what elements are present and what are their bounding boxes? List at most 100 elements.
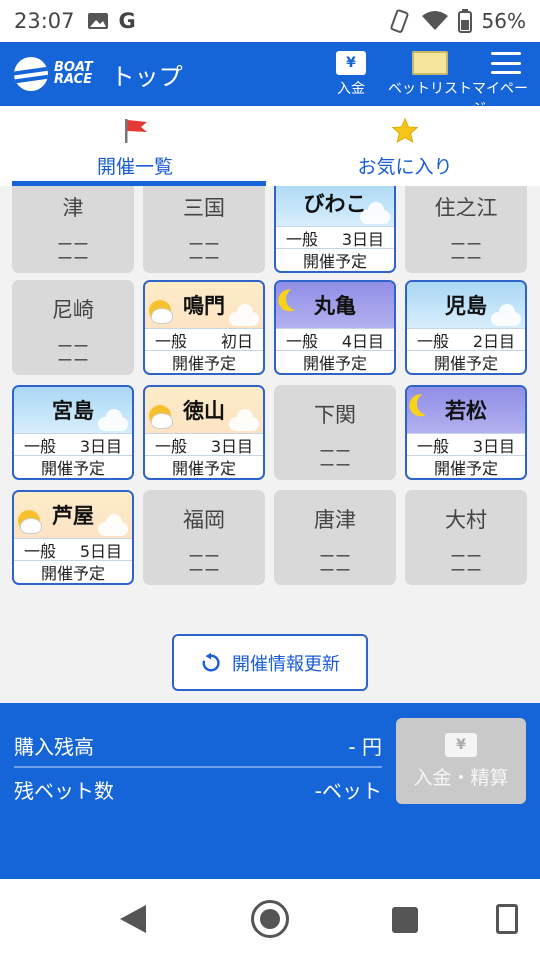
schedule-row: 開催予定 <box>407 455 525 478</box>
cloud-icon <box>229 409 259 431</box>
venue-name: 下関 <box>314 403 356 427</box>
race-schedule: 開催予定 <box>171 353 236 373</box>
refresh-icon <box>202 652 220 671</box>
race-day: 3日目 <box>472 436 515 456</box>
venue-tile[interactable]: びわこ一般 3日目 開催予定 <box>274 186 396 273</box>
venue-tile[interactable]: 丸亀 一般 4日目 開催予定 <box>274 280 396 375</box>
battery-percent: 56% <box>481 9 526 33</box>
ticket-icon <box>412 51 448 75</box>
venue-header: 芦屋 <box>14 492 132 538</box>
race-schedule: 開催予定 <box>302 353 367 373</box>
deposit-settle-button[interactable]: ¥ 入金・精算 <box>396 718 526 804</box>
race-info-row: 一般 初日 <box>145 328 263 351</box>
balance-panel: 購入残高 - 円 残ベット数 -ベット ¥ 入金・精算 <box>0 703 540 879</box>
race-grade: 一般 <box>24 541 57 561</box>
star-icon <box>391 117 419 144</box>
race-day: 3日目 <box>79 436 122 456</box>
venue-name: 福岡 <box>183 508 225 532</box>
venue-header: 徳山 <box>145 387 263 433</box>
venue-name: びわこ <box>303 192 367 216</box>
venue-header: 児島 <box>407 282 525 328</box>
venue-tile[interactable]: 唐津 ーー ーー <box>274 490 396 585</box>
schedule-row: 開催予定 <box>276 350 394 373</box>
purchase-balance-label: 購入残高 <box>14 735 94 759</box>
race-schedule: 開催予定 <box>40 458 105 478</box>
venue-name: 丸亀 <box>314 294 356 318</box>
deposit-button[interactable]: ¥ 入金 <box>336 48 366 98</box>
venue-tile[interactable]: 芦屋 一般 5日目 開催予定 <box>12 490 134 585</box>
venue-name: 住之江 <box>434 196 498 220</box>
deposit-label: 入金 <box>337 81 365 97</box>
venue-name: 鳴門 <box>183 294 225 318</box>
home-icon[interactable] <box>251 900 289 938</box>
venue-tile[interactable]: 尼崎 ーー ーー <box>12 280 134 375</box>
purchase-balance-value: - 円 <box>348 735 382 759</box>
venue-name: 児島 <box>445 294 487 318</box>
race-schedule: 開催予定 <box>433 353 498 373</box>
venue-tile[interactable]: 鳴門一般 初日 開催予定 <box>143 280 265 375</box>
race-info-row: 一般 3日目 <box>276 226 394 249</box>
venue-header: びわこ <box>276 186 394 226</box>
system-nav-bar <box>0 879 540 960</box>
venue-name: 津 <box>62 196 84 220</box>
venue-tile[interactable]: 若松 一般 3日目 開催予定 <box>405 385 527 480</box>
google-icon: G <box>118 9 136 33</box>
venue-tile[interactable]: 津ーー ーー <box>12 186 134 273</box>
betlist-button[interactable]: ベットリスト <box>388 48 472 98</box>
race-grade: 一般 <box>155 436 188 456</box>
deposit-settle-label: 入金・精算 <box>413 766 509 789</box>
venue-header: 宮島 <box>14 387 132 433</box>
venue-name: 唐津 <box>314 508 356 532</box>
refresh-label: 開催情報更新 <box>232 653 340 675</box>
moon-icon <box>282 284 312 314</box>
venue-tile[interactable]: 三国 ーー ーー <box>143 186 265 273</box>
atm-icon: ¥ <box>445 732 477 757</box>
venue-name: 芦屋 <box>52 504 94 528</box>
recents-icon[interactable] <box>392 907 418 933</box>
tab-favorites[interactable]: お気に入り <box>270 106 540 186</box>
menu-icon <box>491 52 521 74</box>
venue-tile[interactable]: 徳山一般 3日目 開催予定 <box>143 385 265 480</box>
schedule-row: 開催予定 <box>145 455 263 478</box>
status-bar: 23:07 G 56% <box>0 0 540 42</box>
schedule-row: 開催予定 <box>14 560 132 583</box>
cloud-icon <box>98 409 128 431</box>
cloud-icon <box>229 304 259 326</box>
tab-favorites-label: お気に入り <box>357 156 453 178</box>
race-schedule: 開催予定 <box>40 563 105 583</box>
schedule-row: 開催予定 <box>145 350 263 373</box>
venue-tile[interactable]: 児島 一般 2日目 開催予定 <box>405 280 527 375</box>
battery-icon <box>457 9 472 33</box>
venue-placeholder: ーー <box>187 561 220 580</box>
race-schedule: 開催予定 <box>171 458 236 478</box>
vibrate-icon <box>389 9 409 33</box>
venue-tile[interactable]: 宮島一般 3日目 開催予定 <box>12 385 134 480</box>
race-day: 4日目 <box>341 331 384 351</box>
venue-placeholder: ーー <box>449 561 482 580</box>
back-icon[interactable] <box>120 905 146 933</box>
remaining-bets-value: -ベット <box>314 779 382 803</box>
boatrace-logo[interactable]: BOAT RACE <box>14 57 93 91</box>
race-info-row: 一般 3日目 <box>14 433 132 456</box>
venue-tile[interactable]: 下関 ーー ーー <box>274 385 396 480</box>
remaining-bets-label: 残ベット数 <box>14 779 114 803</box>
tab-schedule-list[interactable]: 開催一覧 <box>0 106 270 186</box>
venue-name: 徳山 <box>183 399 225 423</box>
refresh-button[interactable]: 開催情報更新 <box>172 634 368 691</box>
venue-tile[interactable]: 大村 ーー ーー <box>405 490 527 585</box>
wifi-icon <box>421 11 448 30</box>
venue-grid: 津ーー ーー 三国 ーー ーー びわこ 一般 3日目 開催予定 住之江 ーー ーー 尼崎 ーー ーー 鳴門 一般… <box>0 186 540 598</box>
race-schedule: 開催予定 <box>433 458 498 478</box>
race-info-row: 一般 3日目 <box>145 433 263 456</box>
page-title: トップ <box>110 62 183 91</box>
flag-icon <box>125 119 147 143</box>
venue-tile[interactable]: 福岡 ーー ーー <box>143 490 265 585</box>
moon-icon <box>413 389 443 419</box>
race-schedule: 開催予定 <box>302 251 367 271</box>
race-grade: 一般 <box>24 436 57 456</box>
venue-tile[interactable]: 住之江 ーー ーー <box>405 186 527 273</box>
venue-placeholder: ーー <box>318 561 351 580</box>
status-time: 23:07 <box>14 9 75 33</box>
tab-bar: 開催一覧 お気に入り <box>0 106 540 186</box>
rotate-icon[interactable] <box>496 904 518 934</box>
